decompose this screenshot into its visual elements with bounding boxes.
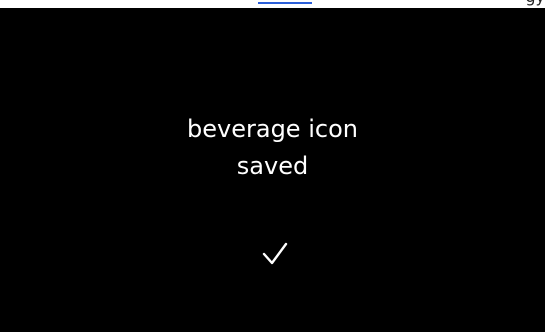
confirmation-message: beverage icon saved: [0, 111, 545, 185]
page: gy beverage icon saved: [0, 0, 545, 332]
confirmation-line-2: saved: [236, 152, 309, 180]
confirmation-line-1: beverage icon: [187, 115, 358, 143]
top-text-fragment: gy: [525, 0, 545, 5]
link-underline-fragment[interactable]: [258, 2, 312, 4]
top-strip: gy: [0, 0, 545, 8]
device-screen: beverage icon saved: [0, 8, 545, 332]
checkmark-icon: [262, 242, 288, 265]
